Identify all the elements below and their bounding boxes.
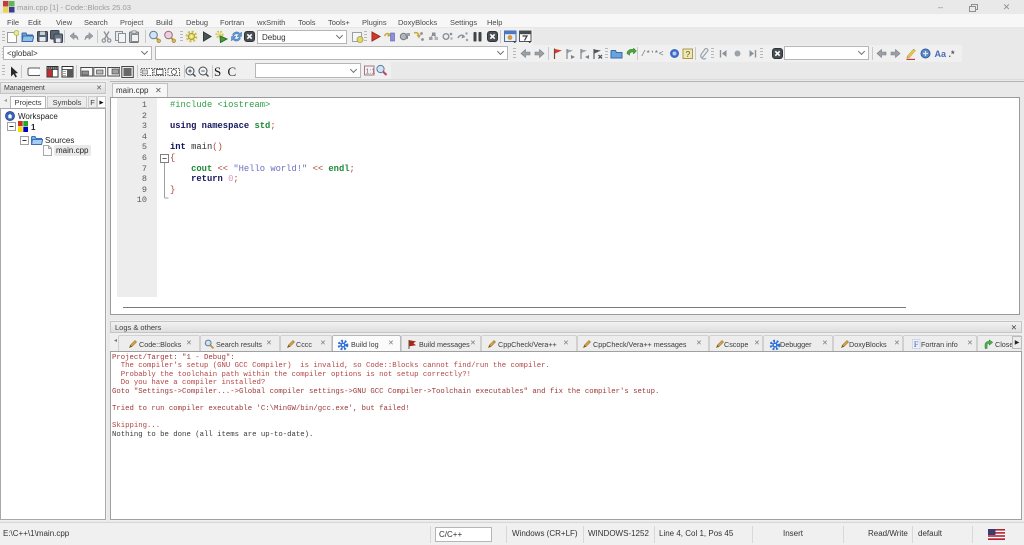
svg-text:F: F <box>914 339 919 349</box>
svg-text:.*: .* <box>948 49 955 59</box>
svg-text:?: ? <box>686 49 691 59</box>
svg-text:*<: *< <box>654 50 664 59</box>
svg-text:/**: /** <box>641 50 653 59</box>
svg-text:Aa: Aa <box>934 49 946 59</box>
